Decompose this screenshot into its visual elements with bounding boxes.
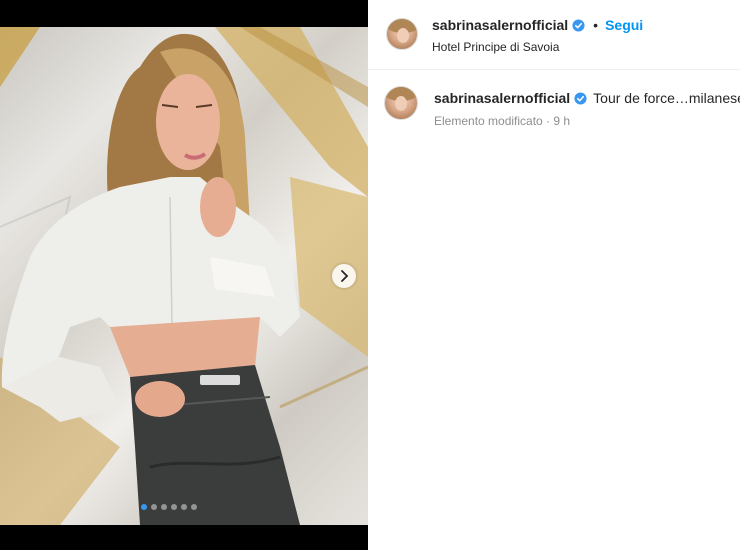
header-user-line: sabrinasalernofficial • Segui — [432, 17, 643, 33]
carousel-dot — [151, 504, 157, 510]
carousel-dot — [181, 504, 187, 510]
avatar[interactable] — [386, 18, 418, 50]
carousel-dot — [191, 504, 197, 510]
username-link[interactable]: sabrinasalernofficial — [432, 17, 568, 33]
carousel-next-button[interactable] — [332, 264, 356, 288]
photo-illustration — [0, 27, 368, 525]
follow-button[interactable]: Segui — [605, 17, 643, 33]
post-header: sabrinasalernofficial • Segui Hotel Prin… — [368, 0, 740, 70]
caption-line: sabrinasalernofficial Tour de force…mila… — [434, 90, 740, 106]
post-sidebar: sabrinasalernofficial • Segui Hotel Prin… — [368, 0, 740, 550]
caption-text: Tour de force…milanese … — [593, 90, 740, 106]
caption-username-link[interactable]: sabrinasalernofficial — [434, 90, 570, 106]
avatar-face — [395, 96, 407, 111]
location-link[interactable]: Hotel Principe di Savoia — [432, 40, 559, 54]
media-bottom-bar — [0, 525, 368, 550]
carousel-dot — [141, 504, 147, 510]
verified-badge-icon — [574, 91, 587, 105]
verified-badge-icon — [572, 18, 585, 32]
carousel-indicator — [141, 504, 197, 510]
chevron-right-icon — [341, 270, 349, 282]
carousel-dot — [161, 504, 167, 510]
carousel-dot — [171, 504, 177, 510]
comment-avatar[interactable] — [384, 86, 418, 120]
avatar-face — [397, 28, 409, 43]
post-meta: Elemento modificato · 9 h — [434, 114, 571, 128]
post-photo[interactable] — [0, 27, 368, 525]
separator-dot: • — [593, 17, 599, 33]
post-media-pane — [0, 0, 368, 550]
